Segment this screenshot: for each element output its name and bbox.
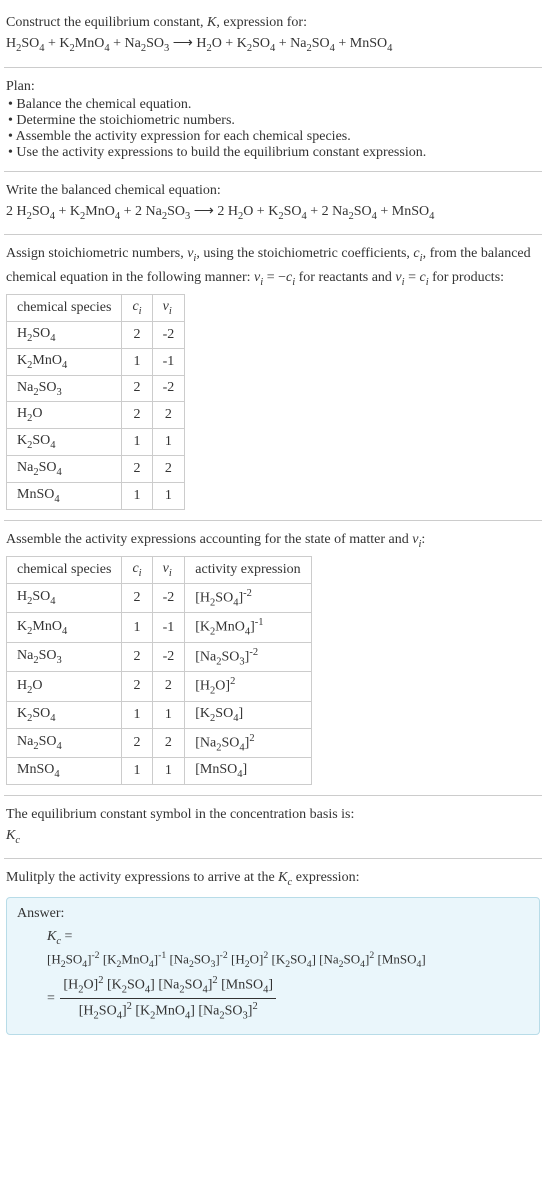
prompt-suffix: , expression for:	[216, 15, 307, 30]
table-row: H2O22	[7, 402, 185, 429]
prompt-line: Construct the equilibrium constant, K, e…	[6, 12, 540, 33]
fraction-numerator: [H2O]2 [K2SO4] [Na2SO4]2 [MnSO4]	[60, 973, 276, 999]
table-row: K2SO411[K2SO4]	[7, 701, 312, 728]
unbalanced-equation: H2SO4 + K2MnO4 + Na2SO3 ⟶ H2O + K2SO4 + …	[6, 33, 540, 57]
col-ci: ci	[122, 295, 152, 322]
answer-kc-equals: Kc =	[47, 926, 529, 950]
plan-item: Balance the chemical equation.	[8, 97, 540, 113]
col-vi: νi	[152, 295, 185, 322]
table-row: Na2SO32-2[Na2SO3]-2	[7, 642, 312, 671]
balanced-equation: 2 H2SO4 + K2MnO4 + 2 Na2SO3 ⟶ 2 H2O + K2…	[6, 201, 540, 225]
activity-section: Assemble the activity expressions accoun…	[4, 521, 542, 796]
symbol-text: The equilibrium constant symbol in the c…	[6, 804, 540, 825]
answer-label: Answer:	[17, 906, 529, 922]
table-row: K2MnO41-1[K2MnO4]-1	[7, 613, 312, 642]
plan-item: Assemble the activity expression for eac…	[8, 129, 540, 145]
plan-item: Use the activity expressions to build th…	[8, 145, 540, 161]
col-vi: νi	[152, 557, 185, 584]
answer-fraction-line: = [H2O]2 [K2SO4] [Na2SO4]2 [MnSO4] [H2SO…	[47, 973, 529, 1024]
answer-fraction: [H2O]2 [K2SO4] [Na2SO4]2 [MnSO4] [H2SO4]…	[60, 973, 276, 1024]
table-row: H2SO42-2	[7, 321, 185, 348]
balanced-section: Write the balanced chemical equation: 2 …	[4, 172, 542, 236]
col-species: chemical species	[7, 295, 122, 322]
table-row: H2SO42-2[H2SO4]-2	[7, 583, 312, 612]
symbol-section: The equilibrium constant symbol in the c…	[4, 796, 542, 860]
answer-section: Mulitply the activity expressions to arr…	[4, 859, 542, 1045]
stoich-text: Assign stoichiometric numbers, νi, using…	[6, 243, 540, 290]
col-ci: ci	[122, 557, 152, 584]
table-header-row: chemical species ci νi activity expressi…	[7, 557, 312, 584]
table-row: K2MnO41-1	[7, 348, 185, 375]
stoich-section: Assign stoichiometric numbers, νi, using…	[4, 235, 542, 520]
plan-section: Plan: Balance the chemical equation. Det…	[4, 68, 542, 172]
activity-title: Assemble the activity expressions accoun…	[6, 529, 540, 553]
table-row: H2O22[H2O]2	[7, 672, 312, 701]
multiply-text: Mulitply the activity expressions to arr…	[6, 867, 540, 891]
table-row: K2SO411	[7, 429, 185, 456]
table-header-row: chemical species ci νi	[7, 295, 185, 322]
activity-table: chemical species ci νi activity expressi…	[6, 556, 312, 785]
plan-title: Plan:	[6, 76, 540, 97]
prompt-k: K	[207, 15, 216, 30]
answer-box: Answer: Kc = [H2SO4]-2 [K2MnO4]-1 [Na2SO…	[6, 897, 540, 1036]
table-row: Na2SO32-2	[7, 375, 185, 402]
table-row: Na2SO422[Na2SO4]2	[7, 728, 312, 757]
col-activity: activity expression	[185, 557, 311, 584]
prompt-prefix: Construct the equilibrium constant,	[6, 15, 207, 30]
plan-list: Balance the chemical equation. Determine…	[6, 97, 540, 161]
intro-section: Construct the equilibrium constant, K, e…	[4, 4, 542, 68]
balanced-title: Write the balanced chemical equation:	[6, 180, 540, 201]
table-row: MnSO411[MnSO4]	[7, 757, 312, 784]
stoich-table: chemical species ci νi H2SO42-2 K2MnO41-…	[6, 294, 185, 509]
table-row: Na2SO422	[7, 455, 185, 482]
answer-product-line: [H2SO4]-2 [K2MnO4]-1 [Na2SO3]-2 [H2O]2 […	[47, 949, 529, 973]
table-row: MnSO411	[7, 482, 185, 509]
answer-body: Kc = [H2SO4]-2 [K2MnO4]-1 [Na2SO3]-2 [H2…	[17, 926, 529, 1025]
symbol-value: Kc	[6, 825, 540, 849]
fraction-denominator: [H2SO4]2 [K2MnO4] [Na2SO3]2	[60, 999, 276, 1024]
col-species: chemical species	[7, 557, 122, 584]
plan-item: Determine the stoichiometric numbers.	[8, 113, 540, 129]
